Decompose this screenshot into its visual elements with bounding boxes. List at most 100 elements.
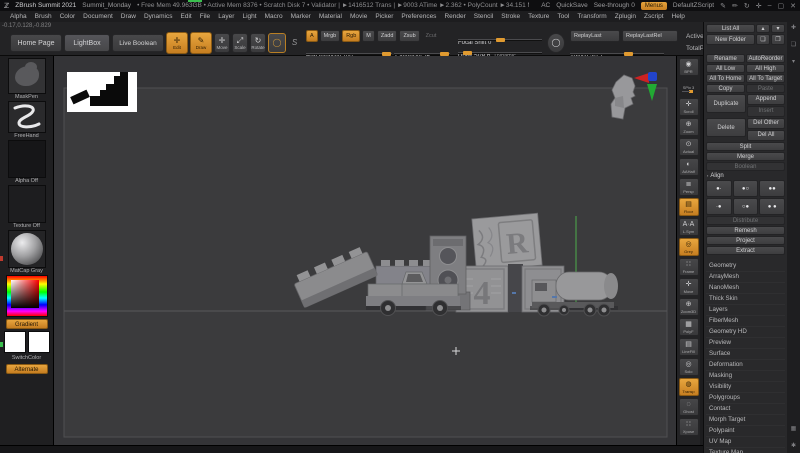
- all-to-target-button[interactable]: All To Target: [746, 74, 785, 83]
- align-button[interactable]: ●∙: [706, 180, 732, 197]
- m-button[interactable]: M: [362, 30, 375, 42]
- tool-section-item[interactable]: Geometry: [706, 261, 785, 272]
- pen-icon[interactable]: ✎: [720, 2, 726, 10]
- palette-icon[interactable]: ✱: [791, 442, 796, 449]
- close-icon[interactable]: ✕: [790, 2, 796, 10]
- duplicate-button[interactable]: Duplicate: [706, 94, 746, 113]
- new-folder-button[interactable]: New Folder: [706, 34, 755, 45]
- menu-item[interactable]: Material: [319, 13, 342, 20]
- right-shelf-button[interactable]: ◎ Solo: [679, 358, 699, 376]
- right-shelf-button[interactable]: A·A L.Sym: [679, 218, 699, 236]
- menu-item[interactable]: Light: [242, 13, 256, 20]
- edit-button[interactable]: ✛ Edit: [166, 32, 188, 54]
- menu-item[interactable]: Brush: [35, 13, 52, 20]
- menu-item[interactable]: Document: [83, 13, 113, 20]
- append-button[interactable]: Append: [747, 94, 785, 105]
- menu-item[interactable]: Movie: [350, 13, 367, 20]
- align-button[interactable]: ●●: [759, 180, 785, 197]
- adjust-last-slider[interactable]: AdjustLast 1: [570, 45, 664, 55]
- secondary-color-swatch[interactable]: [28, 331, 50, 353]
- right-shelf-button[interactable]: ∷ Frame: [679, 258, 699, 276]
- zsub-button[interactable]: Zsub: [399, 30, 419, 42]
- menu-item[interactable]: Picker: [375, 13, 393, 20]
- right-shelf-button[interactable]: ≣ Persp: [679, 178, 699, 196]
- menu-item[interactable]: Dynamics: [144, 13, 173, 20]
- palette-icon[interactable]: ❏: [791, 41, 796, 48]
- menu-item[interactable]: Tool: [557, 13, 569, 20]
- align-button[interactable]: ● ●: [759, 198, 785, 215]
- boolean-button[interactable]: Boolean: [706, 162, 785, 171]
- menu-item[interactable]: Layer: [218, 13, 234, 20]
- autoreorder-button[interactable]: AutoReorder: [746, 54, 785, 63]
- menu-item[interactable]: Edit: [181, 13, 192, 20]
- extract-button[interactable]: Extract: [706, 246, 785, 255]
- right-shelf-button[interactable]: ◌ Ghost: [679, 398, 699, 416]
- del-other-button[interactable]: Del Other: [747, 118, 785, 129]
- draw-button[interactable]: ✎ Draw: [190, 32, 212, 54]
- menu-item[interactable]: Alpha: [10, 13, 27, 20]
- color-picker[interactable]: [6, 275, 48, 317]
- all-to-home-button[interactable]: All To Home: [706, 74, 745, 83]
- menu-item[interactable]: Zplugin: [615, 13, 636, 20]
- draw-size-slider[interactable]: Draw Size 6Dynamic: [458, 44, 542, 54]
- tool-section-item[interactable]: Texture Map: [706, 448, 785, 453]
- align-button[interactable]: ○●: [733, 198, 759, 215]
- paste-button[interactable]: Paste: [746, 84, 785, 93]
- del-all-button[interactable]: Del All: [747, 130, 785, 141]
- menu-item[interactable]: Help: [672, 13, 685, 20]
- stroke-thumbnail[interactable]: [8, 101, 46, 133]
- right-shelf-button[interactable]: ◐ AAHalf: [679, 158, 699, 176]
- tool-section-item[interactable]: Deformation: [706, 360, 785, 371]
- menu-item[interactable]: Zscript: [644, 13, 664, 20]
- right-shelf-button[interactable]: SPix 3: [679, 78, 699, 96]
- subtool-down-button[interactable]: ▾: [771, 24, 785, 33]
- rgb-intensity-slider[interactable]: Rgb Intensity 100: [306, 45, 392, 55]
- scale-button[interactable]: ⤢ Scale: [232, 33, 248, 53]
- see-through-slider[interactable]: See-through 0: [594, 2, 635, 9]
- move-button[interactable]: ✛ Move: [214, 33, 230, 53]
- delete-button[interactable]: Delete: [706, 118, 746, 137]
- all-high-button[interactable]: All High: [746, 64, 785, 73]
- alpha-thumbnail[interactable]: [8, 140, 46, 178]
- menu-item[interactable]: Stencil: [474, 13, 494, 20]
- split-button[interactable]: Split: [706, 142, 785, 151]
- rename-button[interactable]: Rename: [706, 54, 745, 63]
- palette-icon[interactable]: ▾: [792, 58, 795, 65]
- tool-section-item[interactable]: Preview: [706, 338, 785, 349]
- menu-item[interactable]: Texture: [528, 13, 549, 20]
- switch-color-button[interactable]: SwitchColor: [12, 355, 41, 362]
- tool-section-item[interactable]: ArrayMesh: [706, 272, 785, 283]
- tool-section-item[interactable]: Contact: [706, 404, 785, 415]
- draw-size-preview-button[interactable]: ◯: [547, 33, 565, 53]
- tool-section-item[interactable]: Polypaint: [706, 426, 785, 437]
- right-shelf-button[interactable]: ◉ BPR: [679, 58, 699, 76]
- home-page-button[interactable]: Home Page: [10, 34, 62, 52]
- menu-item[interactable]: Macro: [265, 13, 283, 20]
- add-palette-icon[interactable]: ✚: [791, 24, 796, 31]
- list-all-button[interactable]: List All: [706, 24, 755, 33]
- copy-button[interactable]: Copy: [706, 84, 745, 93]
- align-section-header[interactable]: Align: [707, 173, 785, 179]
- insert-button[interactable]: Insert: [747, 106, 785, 117]
- right-shelf-button[interactable]: ⊕ Zoom3D: [679, 298, 699, 316]
- menu-item[interactable]: Draw: [121, 13, 136, 20]
- viewport-canvas[interactable]: R 4 2: [54, 56, 676, 445]
- tool-section-item[interactable]: Surface: [706, 349, 785, 360]
- mrgb-button[interactable]: Mrgb: [320, 30, 341, 42]
- tool-section-item[interactable]: Visibility: [706, 382, 785, 393]
- right-shelf-button[interactable]: ✛ Scroll: [679, 98, 699, 116]
- menu-item[interactable]: Stroke: [501, 13, 520, 20]
- tool-section-item[interactable]: Layers: [706, 305, 785, 316]
- right-shelf-button[interactable]: ◍ Transp: [679, 378, 699, 396]
- right-shelf-button[interactable]: ∷ Xpose: [679, 418, 699, 436]
- maximize-icon[interactable]: ▢: [778, 2, 785, 10]
- tool-section-item[interactable]: Masking: [706, 371, 785, 382]
- tool-section-item[interactable]: FiberMesh: [706, 316, 785, 327]
- pan-view-icon[interactable]: ✛: [756, 2, 762, 10]
- tool-section-item[interactable]: NanoMesh: [706, 283, 785, 294]
- replay-last-button[interactable]: ReplayLast: [570, 30, 620, 42]
- folder-arrow-icon[interactable]: ❐: [771, 34, 785, 45]
- right-shelf-button[interactable]: ▤ LineFill: [679, 338, 699, 356]
- live-boolean-button[interactable]: Live Boolean: [112, 34, 164, 52]
- quicksave-button[interactable]: QuickSave: [556, 2, 587, 9]
